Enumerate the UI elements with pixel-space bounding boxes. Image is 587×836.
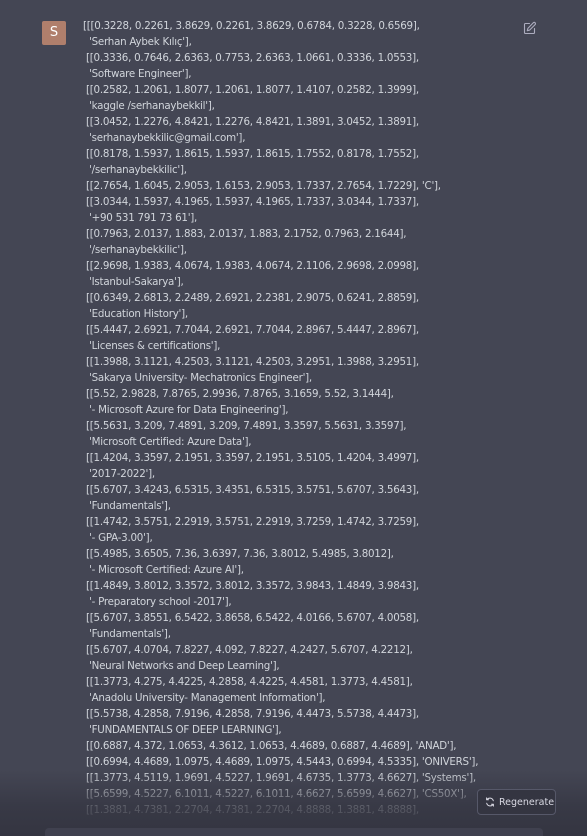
message-line: '- Preparatory school -2017'], [83,596,232,608]
message-line: 'Education History'], [83,308,188,320]
message-line: '- Microsoft Certified: Azure AI'], [83,564,244,576]
message-line: [[3.0344, 1.5937, 4.1965, 1.5937, 4.1965… [83,196,419,208]
message-line: 'Licenses & certifications'], [83,340,221,352]
message-line: '/serhanaybekkilic'], [83,164,187,176]
refresh-icon [486,797,494,807]
message-line: 'kaggle /serhanaybekkil'], [83,100,215,112]
message-line: [[5.4985, 3.6505, 7.36, 3.6397, 7.36, 3.… [83,548,394,560]
message-line: [[0.6349, 2.6813, 2.2489, 2.6921, 2.2381… [83,292,419,304]
chat-input-bar[interactable] [45,828,543,836]
message-line: [[0.6994, 4.4689, 1.0975, 4.4689, 1.0975… [83,756,479,768]
message-line: 'serhanaybekkilic@gmail.com'], [83,132,246,144]
message-line: [[5.6707, 3.8551, 6.5422, 3.8658, 6.5422… [83,612,419,624]
user-avatar: S [42,21,66,45]
message-line: '- Microsoft Azure for Data Engineering'… [83,404,289,416]
message-line: 'Sakarya University- Mechatronics Engine… [83,372,312,384]
message-line: [[5.6707, 3.4243, 6.5315, 3.4351, 6.5315… [83,484,419,496]
message-line: '/serhanaybekkilic'], [83,244,187,256]
message-line: [[1.3988, 3.1121, 4.2503, 3.1121, 4.2503… [83,356,419,368]
regenerate-button[interactable]: Regenerate [477,789,556,815]
message-line: 'FUNDAMENTALS OF DEEP LEARNING'], [83,724,282,736]
message-line: 'Microsoft Certified: Azure Data'], [83,436,252,448]
message-line: [[1.4204, 3.3597, 2.1951, 3.3597, 2.1951… [83,452,419,464]
message-line: [[5.52, 2.9828, 7.8765, 2.9936, 7.8765, … [83,388,394,400]
message-line: [[0.3336, 0.7646, 2.6363, 0.7753, 2.6363… [83,52,419,64]
message-line: 'Neural Networks and Deep Learning'], [83,660,280,672]
message-line: 'Software Engineer'], [83,68,192,80]
message-line: '- GPA-3.00'], [83,532,153,544]
message-line: [[5.6599, 4.5227, 6.1011, 4.5227, 6.1011… [83,788,467,800]
message-line: 'Fundamentals'], [83,500,171,512]
regenerate-label: Regenerate [499,797,555,808]
message-line: [[2.9698, 1.9383, 4.0674, 1.9383, 4.0674… [83,260,419,272]
message-line: [[0.6887, 4.372, 1.0653, 4.3612, 1.0653,… [83,740,457,752]
message-line: [[[0.3228, 0.2261, 3.8629, 0.2261, 3.862… [83,20,420,32]
message-line: 'Fundamentals'], [83,628,171,640]
message-line: 'Serhan Aybek Kılıç'], [83,36,192,48]
message-line: [[0.2582, 1.2061, 1.8077, 1.2061, 1.8077… [83,84,419,96]
message-line: 'Istanbul-Sakarya'], [83,276,184,288]
message-line: [[1.3773, 4.275, 4.4225, 4.2858, 4.4225,… [83,676,413,688]
message-line: '+90 531 791 73 61'], [83,212,198,224]
message-line: [[1.3881, 4.7381, 2.2704, 4.7381, 2.2704… [83,804,419,816]
message-line: [[5.5631, 3.209, 7.4891, 3.209, 7.4891, … [83,420,407,432]
message-line: [[5.4447, 2.6921, 7.7044, 2.6921, 7.7044… [83,324,419,336]
message-line: [[0.8178, 1.5937, 1.8615, 1.5937, 1.8615… [83,148,419,160]
message-line: [[5.6707, 4.0704, 7.8227, 4.092, 7.8227,… [83,644,413,656]
message-line: [[2.7654, 1.6045, 2.9053, 1.6153, 2.9053… [83,180,441,192]
message-line: [[1.4849, 3.8012, 3.3572, 3.8012, 3.3572… [83,580,419,592]
user-message-text: [[[0.3228, 0.2261, 3.8629, 0.2261, 3.862… [83,18,523,818]
message-line: [[3.0452, 1.2276, 4.8421, 1.2276, 4.8421… [83,116,419,128]
message-line: [[1.3773, 4.5119, 1.9691, 4.5227, 1.9691… [83,772,476,784]
message-line: 'Anadolu University- Management Informat… [83,692,326,704]
message-line: [[5.5738, 4.2858, 7.9196, 4.2858, 7.9196… [83,708,419,720]
edit-icon[interactable] [523,21,537,35]
message-line: '2017-2022'], [83,468,155,480]
message-line: [[1.4742, 3.5751, 2.2919, 3.5751, 2.2919… [83,516,419,528]
message-line: [[0.7963, 2.0137, 1.883, 2.0137, 1.883, … [83,228,407,240]
